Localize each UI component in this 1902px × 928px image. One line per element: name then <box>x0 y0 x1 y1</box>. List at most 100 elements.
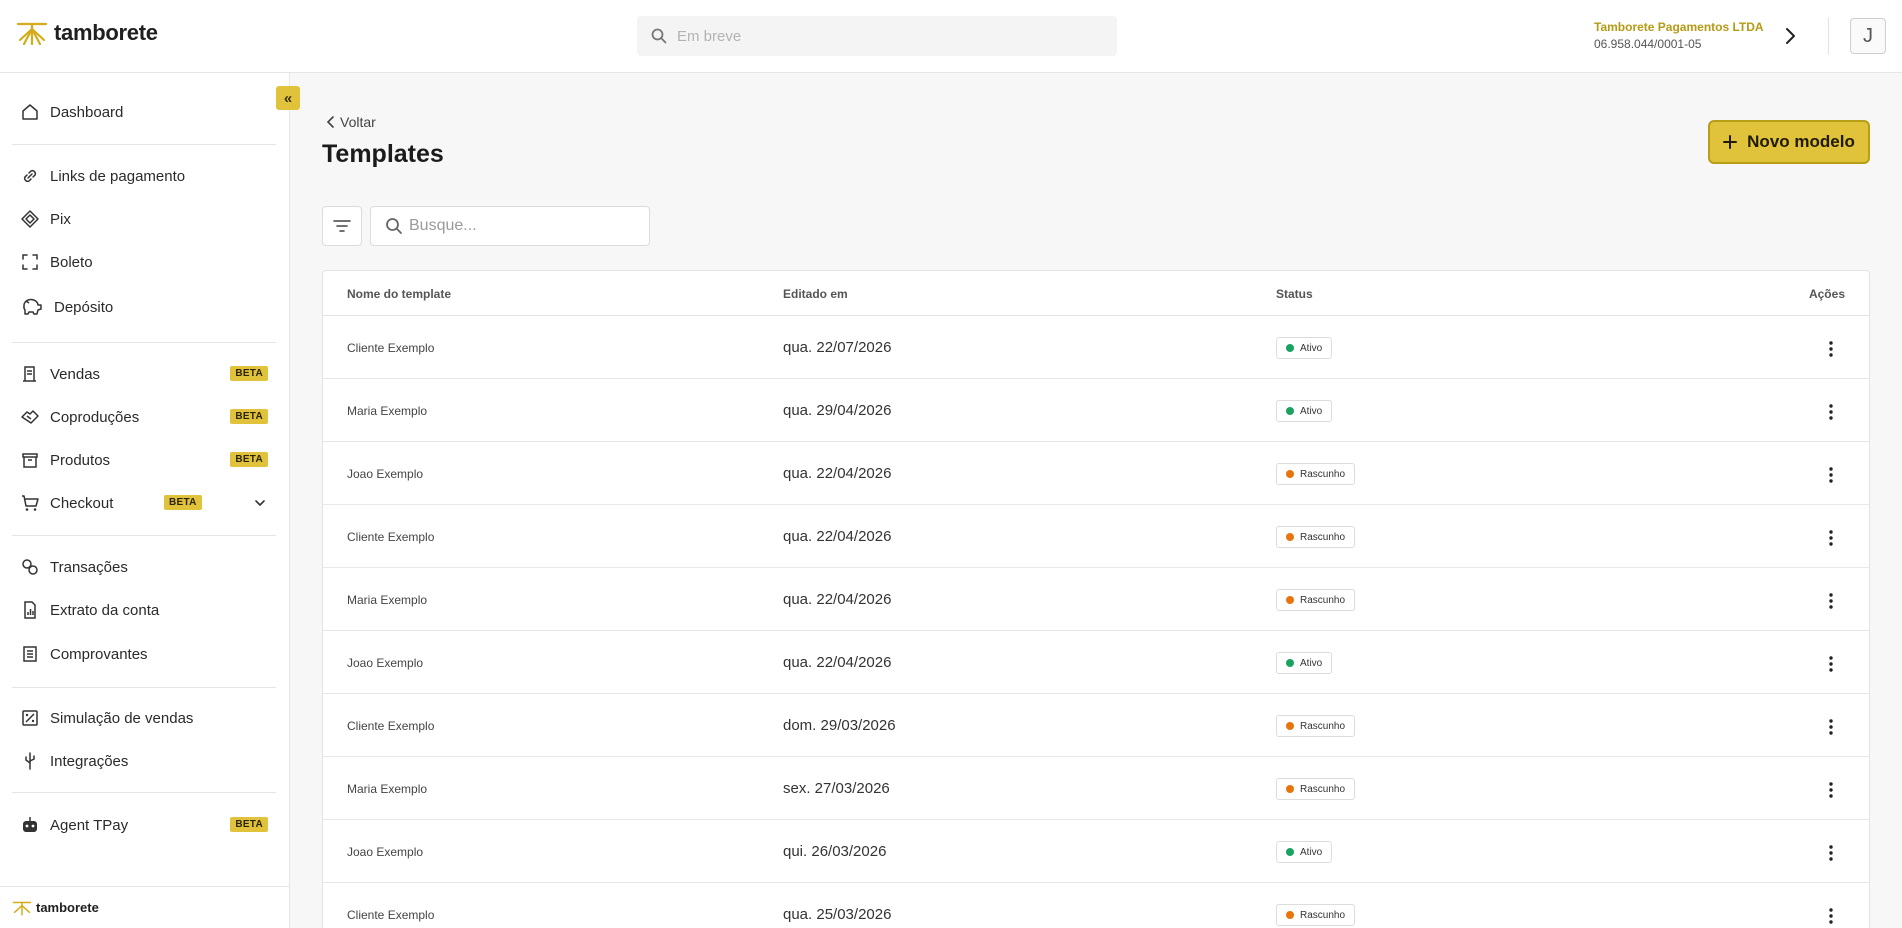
status-label: Rascunho <box>1300 909 1346 921</box>
header-divider <box>1828 17 1829 55</box>
sidebar-item-transactions[interactable]: Transações <box>12 550 276 584</box>
sidebar-item-products[interactable]: Produtos BETA <box>12 443 276 477</box>
sidebar-item-payment-links[interactable]: Links de pagamento <box>12 159 276 193</box>
edited-date: qui. 26/03/2026 <box>783 843 887 860</box>
row-actions-button[interactable] <box>1819 652 1843 676</box>
sidebar-item-dashboard[interactable]: Dashboard <box>12 95 276 129</box>
receipt-icon <box>23 366 36 382</box>
row-actions-button[interactable] <box>1819 400 1843 424</box>
piggy-bank-icon <box>23 298 42 315</box>
column-header-edited[interactable]: Editado em <box>783 287 848 301</box>
sidebar-item-receipts[interactable]: Comprovantes <box>12 637 276 671</box>
table-search-input[interactable] <box>409 217 639 235</box>
sidebar-divider <box>12 535 276 536</box>
sidebar-item-agent-tpay[interactable]: Agent TPay BETA <box>12 808 276 842</box>
row-actions-button[interactable] <box>1819 715 1843 739</box>
collapse-sidebar-button[interactable]: « <box>276 86 300 110</box>
status-label: Rascunho <box>1300 531 1346 543</box>
logo-text: tamborete <box>54 20 158 45</box>
table-row[interactable]: Cliente Exemplo dom. 29/03/2026 Rascunho <box>323 694 1869 757</box>
table-row[interactable]: Maria Exemplo sex. 27/03/2026 Rascunho <box>323 757 1869 820</box>
avatar[interactable]: J <box>1850 18 1886 54</box>
table-row[interactable]: Cliente Exemplo qua. 25/03/2026 Rascunho <box>323 883 1869 928</box>
more-vertical-icon <box>1829 404 1833 420</box>
row-actions-button[interactable] <box>1819 778 1843 802</box>
status-badge: Rascunho <box>1276 904 1356 926</box>
edited-date: qua. 25/03/2026 <box>783 906 892 923</box>
sidebar-item-coproductions[interactable]: Coproduções BETA <box>12 400 276 434</box>
table-row[interactable]: Joao Exemplo qui. 26/03/2026 Ativo <box>323 820 1869 883</box>
sidebar-footer-logo: tamborete <box>0 886 290 928</box>
status-dot <box>1286 344 1294 352</box>
global-search[interactable] <box>637 16 1117 56</box>
filter-icon <box>333 220 351 232</box>
logo[interactable]: tamborete <box>16 20 158 46</box>
back-link[interactable]: Voltar <box>326 114 376 130</box>
edited-date: qua. 29/04/2026 <box>783 402 892 419</box>
template-name: Maria Exemplo <box>347 782 428 796</box>
table-row[interactable]: Cliente Exemplo qua. 22/04/2026 Rascunho <box>323 505 1869 568</box>
sidebar-item-checkout[interactable]: Checkout BETA <box>12 486 276 520</box>
row-actions-button[interactable] <box>1819 337 1843 361</box>
edited-date: qua. 22/07/2026 <box>783 339 892 356</box>
usb-plug-icon <box>25 752 35 770</box>
sidebar-item-statement[interactable]: Extrato da conta <box>12 593 276 627</box>
sidebar-divider <box>12 687 276 688</box>
company-document: 06.958.044/0001-05 <box>1594 37 1702 51</box>
status-dot <box>1286 785 1294 793</box>
new-template-button[interactable]: Novo modelo <box>1708 120 1870 164</box>
footer-logo-text: tamborete <box>36 900 99 915</box>
more-vertical-icon <box>1829 341 1833 357</box>
status-badge: Rascunho <box>1276 463 1356 485</box>
chevron-down-icon[interactable] <box>254 498 266 508</box>
status-label: Ativo <box>1300 657 1323 669</box>
back-label: Voltar <box>340 114 376 130</box>
status-label: Rascunho <box>1300 594 1346 606</box>
status-dot <box>1286 470 1294 478</box>
sidebar-item-deposit[interactable]: Depósito <box>12 290 276 324</box>
beta-badge: BETA <box>230 366 268 381</box>
more-vertical-icon <box>1829 719 1833 735</box>
sidebar-item-pix[interactable]: Pix <box>12 202 276 236</box>
more-vertical-icon <box>1829 530 1833 546</box>
sidebar-item-integrations[interactable]: Integrações <box>12 744 276 778</box>
row-actions-button[interactable] <box>1819 904 1843 928</box>
table-row[interactable]: Maria Exemplo qua. 29/04/2026 Ativo <box>323 379 1869 442</box>
column-header-status[interactable]: Status <box>1276 287 1313 301</box>
company-switcher[interactable]: Tamborete Pagamentos LTDA 06.958.044/000… <box>1594 20 1764 51</box>
template-name: Cliente Exemplo <box>347 341 435 355</box>
status-badge: Ativo <box>1276 841 1333 863</box>
company-name: Tamborete Pagamentos LTDA <box>1594 20 1764 34</box>
table-row[interactable]: Joao Exemplo qua. 22/04/2026 Ativo <box>323 631 1869 694</box>
sidebar-item-sales-simulation[interactable]: Simulação de vendas <box>12 701 276 735</box>
percent-square-icon <box>22 710 38 726</box>
global-search-input[interactable] <box>677 27 1077 45</box>
chevron-right-icon[interactable] <box>1784 25 1798 47</box>
cart-icon <box>22 495 39 511</box>
table-row[interactable]: Cliente Exemplo qua. 22/07/2026 Ativo <box>323 316 1869 379</box>
sidebar-item-label: Dashboard <box>50 103 124 121</box>
sidebar: Dashboard Links de pagamento Pix Boleto … <box>0 73 290 928</box>
sidebar-item-label: Simulação de vendas <box>50 709 194 727</box>
status-dot <box>1286 659 1294 667</box>
sidebar-item-sales[interactable]: Vendas BETA <box>12 357 276 391</box>
sidebar-item-label: Produtos <box>50 451 111 469</box>
beta-badge: BETA <box>230 452 268 467</box>
template-name: Cliente Exemplo <box>347 530 435 544</box>
table-row[interactable]: Maria Exemplo qua. 22/04/2026 Rascunho <box>323 568 1869 631</box>
row-actions-button[interactable] <box>1819 526 1843 550</box>
table-search[interactable] <box>370 206 650 246</box>
filter-button[interactable] <box>322 206 362 246</box>
column-header-name[interactable]: Nome do template <box>347 287 451 301</box>
statement-chart-icon <box>24 601 36 619</box>
row-actions-button[interactable] <box>1819 589 1843 613</box>
table-row[interactable]: Joao Exemplo qua. 22/04/2026 Rascunho <box>323 442 1869 505</box>
row-actions-button[interactable] <box>1819 841 1843 865</box>
robot-icon <box>23 817 37 832</box>
row-actions-button[interactable] <box>1819 463 1843 487</box>
sidebar-item-label: Pix <box>50 210 71 228</box>
sidebar-item-boleto[interactable]: Boleto <box>12 245 276 279</box>
more-vertical-icon <box>1829 782 1833 798</box>
status-dot <box>1286 407 1294 415</box>
transactions-icon <box>22 559 38 575</box>
